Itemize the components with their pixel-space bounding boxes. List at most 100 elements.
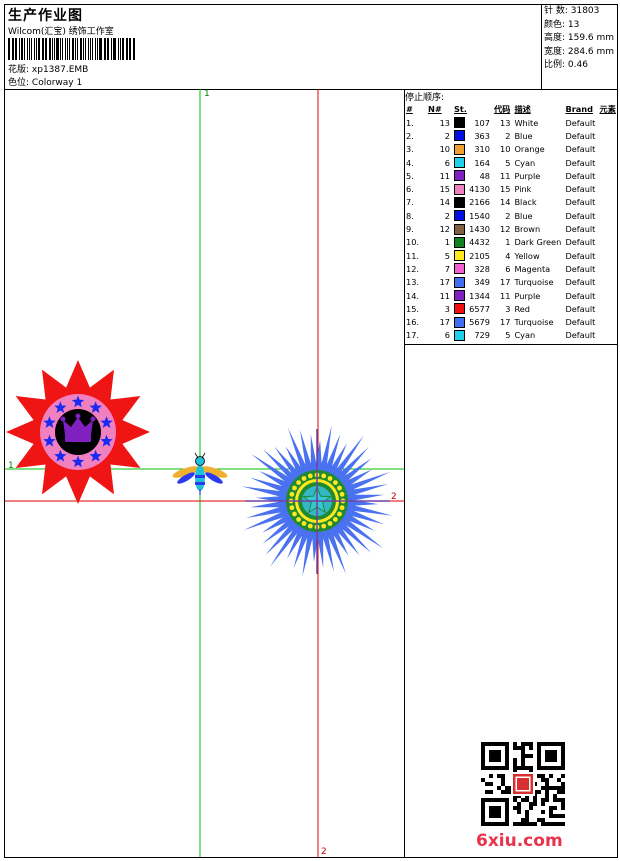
color-swatch [454, 223, 465, 235]
axis-right-label: 2 [391, 492, 397, 502]
row-index: 1. [406, 117, 414, 128]
row-brand: Default [565, 210, 596, 221]
col-description: 描述 [514, 104, 531, 114]
row-element [598, 222, 619, 235]
row-code: 11 [500, 170, 511, 181]
row-needle: 17 [439, 317, 450, 328]
row-swatch [452, 209, 467, 222]
row-swatch [452, 129, 467, 142]
table-row: 2. 2 363 2 Blue Default [404, 129, 618, 142]
row-code: 3 [505, 303, 511, 314]
row-element [598, 169, 619, 182]
design-height: 高度: 159.6 mm [544, 33, 615, 43]
design-preview-canvas: 1 1 2 2 [5, 89, 405, 857]
color-swatch [454, 117, 465, 129]
table-row: 3. 10 310 10 Orange Default [404, 143, 618, 156]
row-code: 15 [500, 184, 511, 195]
row-swatch [452, 222, 467, 235]
qr-code-icon [481, 742, 565, 826]
color-sequence-table: # N# St. 代码 描述 Brand 元素 1. 13 107 13 White De… [404, 102, 618, 342]
color-count: 颜色: 13 [544, 19, 580, 30]
colorway-value: Colorway 1 [31, 78, 83, 88]
axis-bottom-label: 2 [321, 847, 327, 857]
row-brand: Default [565, 290, 596, 301]
row-element [598, 116, 619, 129]
row-element [598, 182, 619, 195]
row-element [598, 289, 619, 302]
row-needle: 12 [439, 224, 450, 235]
red-sun-crown-emblem [6, 360, 150, 504]
row-code: 17 [500, 317, 511, 328]
row-swatch [452, 116, 467, 129]
row-element [598, 156, 619, 169]
table-row: 11. 5 2105 4 Yellow Default [404, 249, 618, 262]
row-element [598, 302, 619, 315]
row-needle: 10 [439, 144, 450, 155]
color-swatch [454, 263, 465, 275]
table-row: 13. 17 349 17 Turquoise Default [404, 276, 618, 289]
row-swatch [452, 276, 467, 289]
row-needle: 13 [439, 117, 450, 128]
row-index: 6. [406, 184, 414, 195]
row-brand: Default [565, 277, 596, 288]
table-row: 1. 13 107 13 White Default [404, 116, 618, 129]
row-code: 10 [500, 144, 511, 155]
color-swatch [454, 143, 465, 155]
stitch-count: 针 数: 31803 [544, 6, 600, 16]
row-needle: 2 [444, 130, 450, 141]
design-preview [5, 89, 404, 857]
row-element [598, 143, 619, 156]
row-swatch [452, 262, 467, 275]
axis-left-label: 1 [8, 461, 14, 471]
row-element [598, 129, 619, 142]
row-swatch [452, 315, 467, 328]
row-description: White [514, 117, 539, 128]
table-header-row: # N# St. 代码 描述 Brand 元素 [404, 102, 618, 116]
row-brand: Default [565, 317, 596, 328]
row-code: 5 [505, 157, 511, 168]
table-row: 12. 7 328 6 Magenta Default [404, 262, 618, 275]
row-needle: 15 [439, 184, 450, 195]
col-element: 元素 [599, 104, 616, 114]
design-value: xp1387.EMB [31, 65, 89, 75]
table-row: 16. 17 5679 17 Turquoise Default [404, 315, 618, 328]
row-brand: Default [565, 237, 596, 248]
row-index: 13. [406, 277, 420, 288]
row-stitches: 2166 [469, 197, 490, 208]
row-brand: Default [565, 130, 596, 141]
stop-sequence-panel: 停止顺序: # N# St. 代码 描述 Brand 元素 1. 13 107 13 W… [404, 89, 618, 857]
row-code: 11 [500, 290, 511, 301]
row-stitches: 6577 [469, 303, 490, 314]
color-swatch [454, 157, 465, 169]
table-row: 17. 6 729 5 Cyan Default [404, 329, 618, 342]
color-swatch [454, 196, 465, 208]
table-row: 14. 11 1344 11 Purple Default [404, 289, 618, 302]
row-swatch [452, 169, 467, 182]
row-index: 3. [406, 144, 414, 155]
row-stitches: 2105 [469, 250, 490, 261]
row-code: 6 [505, 263, 511, 274]
row-stitches: 363 [474, 130, 490, 141]
row-description: Brown [514, 224, 541, 235]
row-brand: Default [565, 117, 596, 128]
row-brand: Default [565, 157, 596, 168]
row-code: 1 [505, 237, 511, 248]
row-needle: 6 [444, 330, 450, 341]
row-code: 5 [505, 330, 511, 341]
table-row: 8. 2 1540 2 Blue Default [404, 209, 618, 222]
row-element [598, 329, 619, 342]
row-stitches: 48 [479, 170, 490, 181]
table-row: 6. 15 4130 15 Pink Default [404, 182, 618, 195]
row-brand: Default [565, 197, 596, 208]
col-needle: N# [428, 104, 442, 114]
design-width: 宽度: 284.6 mm [544, 46, 615, 57]
row-needle: 6 [444, 157, 450, 168]
row-brand: Default [565, 250, 596, 261]
colorway-label: 色位: [8, 78, 30, 88]
row-description: Purple [514, 170, 541, 181]
row-index: 16. [406, 317, 420, 328]
table-row: 5. 11 48 11 Purple Default [404, 169, 618, 182]
color-swatch [454, 170, 465, 182]
row-index: 17. [406, 330, 420, 341]
row-description: Orange [514, 144, 545, 155]
